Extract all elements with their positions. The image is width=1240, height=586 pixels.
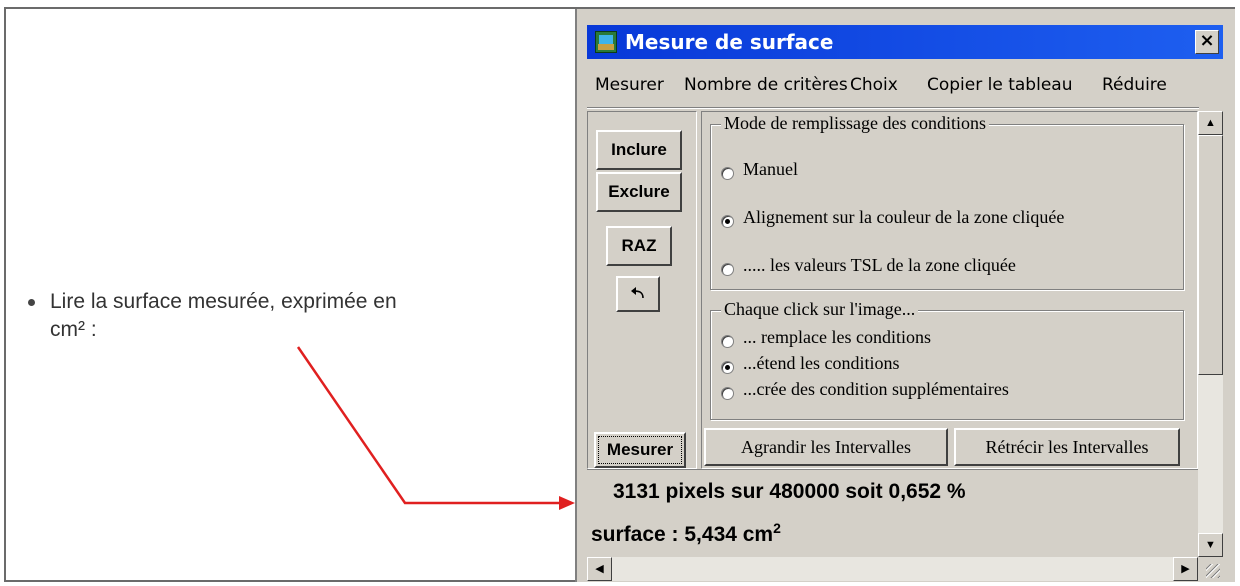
option-manuel[interactable]: Manuel (743, 159, 798, 180)
option-etend[interactable]: ...étend les conditions (743, 353, 899, 374)
close-button[interactable]: × (1195, 30, 1219, 54)
click-group-label: Chaque click sur l'image... (721, 299, 919, 320)
menu-mesurer[interactable]: Mesurer (595, 75, 664, 95)
raz-button[interactable]: RAZ (606, 226, 672, 266)
vertical-scrollbar[interactable]: ▲ ▼ (1198, 111, 1223, 581)
mode-group-label: Mode de remplissage des conditions (721, 113, 989, 134)
radio-manuel[interactable] (721, 167, 734, 180)
title-bar: Mesure de surface × (587, 25, 1223, 59)
surface-text: surface : 5,434 cm2 (591, 520, 781, 547)
measure-window: Mesure de surface × Mesurer Nombre de cr… (575, 9, 1235, 582)
radio-cree[interactable] (721, 387, 734, 400)
option-valeurs-tsl[interactable]: ..... les valeurs TSL de la zone cliquée (743, 255, 1016, 276)
surface-value: surface : 5,434 cm (591, 523, 774, 546)
radio-remplace[interactable] (721, 335, 734, 348)
menu-copier-tableau[interactable]: Copier le tableau (927, 75, 1072, 95)
menu-separator (587, 107, 1199, 109)
inclure-button[interactable]: Inclure (596, 130, 682, 170)
menu-reduire[interactable]: Réduire (1102, 75, 1167, 95)
undo-button[interactable] (616, 276, 660, 312)
scroll-left-button[interactable]: ◀ (587, 557, 612, 581)
menu-nombre-criteres[interactable]: Nombre de critères (684, 75, 848, 95)
app-icon (595, 31, 617, 53)
status-area: 3131 pixels sur 480000 soit 0,652 % surf… (587, 469, 1198, 558)
radio-etend[interactable] (721, 361, 734, 374)
option-remplace[interactable]: ... remplace les conditions (743, 327, 931, 348)
instruction-bullet: Lire la surface mesurée, exprimée en cm²… (28, 288, 556, 344)
radio-valeurs-tsl[interactable] (721, 263, 734, 276)
exclure-button[interactable]: Exclure (596, 172, 682, 212)
horizontal-scrollbar[interactable]: ◀ ▶ (587, 557, 1198, 581)
mesurer-button[interactable]: Mesurer (594, 432, 686, 468)
scroll-right-button[interactable]: ▶ (1173, 557, 1198, 581)
agrandir-button[interactable]: Agrandir les Intervalles (704, 428, 948, 466)
retrecir-button[interactable]: Rétrécir les Intervalles (954, 428, 1180, 466)
menu-choix[interactable]: Choix (850, 75, 898, 95)
instruction-line-2: cm² : (50, 318, 97, 341)
undo-arrow-icon (631, 287, 644, 299)
bullet-dot (28, 299, 35, 306)
pixel-count-text: 3131 pixels sur 480000 soit 0,652 % (613, 480, 966, 503)
conditions-panel: Mode de remplissage des conditions Manue… (701, 111, 1198, 469)
option-alignement[interactable]: Alignement sur la couleur de la zone cli… (743, 207, 1064, 228)
surface-unit-exponent: 2 (773, 520, 781, 536)
click-group: Chaque click sur l'image... ... remplace… (710, 299, 1184, 420)
radio-alignement[interactable] (721, 215, 734, 228)
resize-grip[interactable] (1198, 557, 1223, 581)
left-panel: Inclure Exclure RAZ Mesurer (587, 111, 697, 469)
scroll-down-button[interactable]: ▼ (1198, 533, 1223, 557)
option-cree[interactable]: ...crée des condition supplémentaires (743, 379, 1009, 400)
menu-bar: Mesurer Nombre de critères Choix Copier … (587, 75, 1223, 101)
scroll-thumb[interactable] (1198, 135, 1223, 375)
mode-group: Mode de remplissage des conditions Manue… (710, 113, 1184, 290)
window-title: Mesure de surface (625, 30, 834, 54)
scroll-up-button[interactable]: ▲ (1198, 111, 1223, 135)
instruction-line-1: Lire la surface mesurée, exprimée en (50, 290, 397, 313)
